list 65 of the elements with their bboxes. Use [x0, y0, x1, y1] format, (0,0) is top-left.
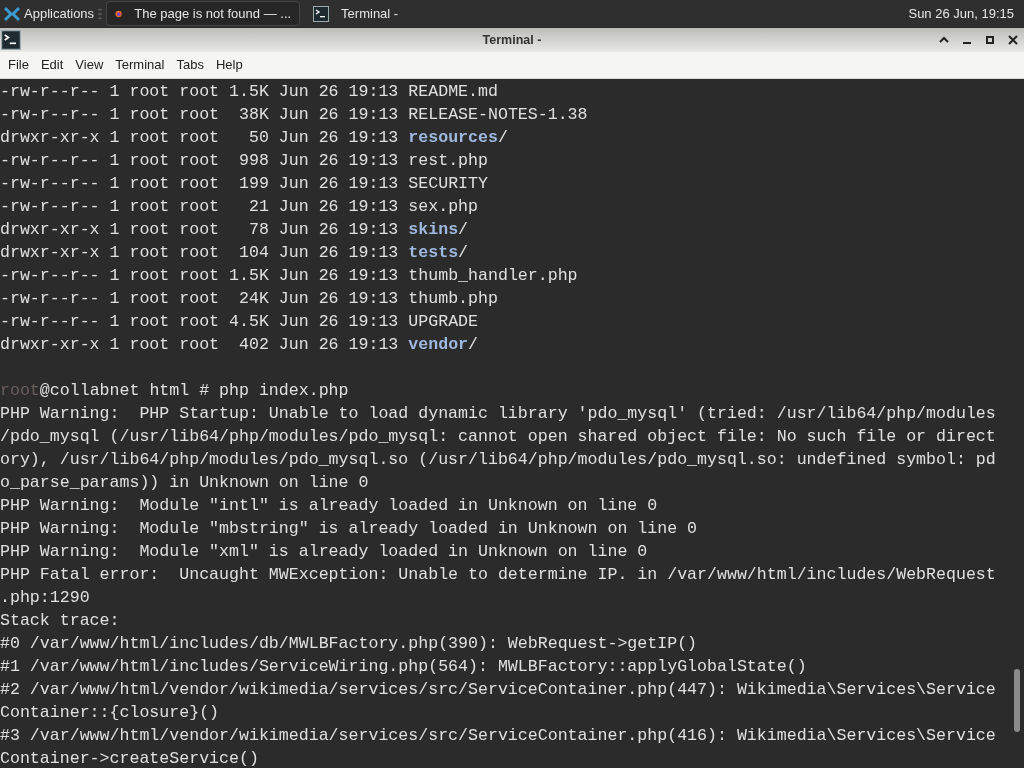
file-name: README.md: [408, 82, 498, 101]
slash: /: [458, 243, 469, 262]
output-line: o_parse_params)) in Unknown on line 0: [0, 473, 369, 492]
file-info: -rw-r--r-- 1 root root 21 Jun 26 19:13: [0, 197, 399, 216]
file-name: thumb_handler.php: [408, 266, 578, 285]
menu-item[interactable]: Help: [209, 52, 249, 78]
output-line: PHP Warning: Module "mbstring" is already loaded in Unknown on line 0: [0, 519, 698, 538]
menu-item[interactable]: Edit: [34, 52, 70, 78]
file-info: -rw-r--r-- 1 root root 4.5K Jun 26 19:13: [0, 312, 399, 331]
output-line: Stack trace:: [0, 611, 120, 630]
prompt-user: root: [0, 381, 40, 400]
terminal-icon: [1, 30, 21, 50]
file-info: -rw-r--r-- 1 root root 1.5K Jun 26 19:13: [0, 82, 399, 101]
taskbar-item[interactable]: The page is not found — ...: [106, 1, 301, 26]
output-line: #3 /var/www/html/vendor/wikimedia/services/src/ServiceContainer.php(416): Wikimedia\Services\Service: [0, 726, 996, 745]
file-name: UPGRADE: [408, 312, 478, 331]
applications-icon: [4, 5, 20, 22]
window-title: Terminal -: [482, 31, 542, 49]
file-name: rest.php: [408, 151, 488, 170]
output-line: Container->createService(): [0, 749, 259, 768]
scrollbar-thumb[interactable]: [1014, 669, 1020, 732]
file-info: drwxr-xr-x 1 root root 78 Jun 26 19:13: [0, 220, 399, 239]
output-line: .php:1290: [0, 588, 90, 607]
file-info: -rw-r--r-- 1 root root 38K Jun 26 19:13: [0, 105, 399, 124]
clock[interactable]: Sun 26 Jun, 19:15: [908, 3, 1024, 24]
output-line: #2 /var/www/html/vendor/wikimedia/services/src/ServiceContainer.php(447): Wikimedia\Services\Service: [0, 680, 996, 699]
handle-icon[interactable]: [98, 8, 103, 19]
file-info: drwxr-xr-x 1 root root 402 Jun 26 19:13: [0, 335, 399, 354]
output-line: /pdo_mysql (/usr/lib64/php/modules/pdo_mysql: cannot open shared object file: No such file or direct: [0, 427, 996, 446]
output-line: ory), /usr/lib64/php/modules/pdo_mysql.so (/usr/lib64/php/modules/pdo_mysql.so: undefined symbol: pd: [0, 450, 996, 469]
menu-item[interactable]: View: [69, 52, 110, 78]
menu-item[interactable]: Terminal: [109, 52, 171, 78]
file-info: drwxr-xr-x 1 root root 104 Jun 26 19:13: [0, 243, 399, 262]
output-line: PHP Fatal error: Uncaught MWException: Unable to determine IP. in /var/www/html/includes/WebRequest: [0, 565, 996, 584]
file-info: -rw-r--r-- 1 root root 24K Jun 26 19:13: [0, 289, 399, 308]
slash: /: [497, 128, 508, 147]
directory-name: tests: [408, 243, 459, 262]
file-info: -rw-r--r-- 1 root root 998 Jun 26 19:13: [0, 151, 399, 170]
file-name: sex.php: [408, 197, 478, 216]
output-line: PHP Warning: Module "intl" is already loaded in Unknown on line 0: [0, 496, 658, 515]
file-name: SECURITY: [408, 174, 488, 193]
directory-name: vendor: [408, 335, 469, 354]
output-line: Container::{closure}(): [0, 703, 220, 722]
close-icon[interactable]: [1008, 35, 1018, 45]
slash: /: [468, 335, 478, 354]
taskbar-item[interactable]: Terminal -: [304, 1, 499, 26]
output-line: #0 /var/www/html/includes/db/MWLBFactory.php(390): WebRequest->getIP(): [0, 634, 698, 653]
output-line: PHP Warning: Module "xml" is already loaded in Unknown on line 0: [0, 542, 648, 561]
terminal-icon: [313, 5, 330, 22]
slash: /: [458, 220, 469, 239]
shade-icon[interactable]: [939, 35, 949, 45]
applications-menu[interactable]: Applications: [0, 0, 99, 27]
file-name: RELEASE-NOTES-1.38: [408, 105, 588, 124]
file-info: -rw-r--r-- 1 root root 1.5K Jun 26 19:13: [0, 266, 399, 285]
output-line: PHP Warning: PHP Startup: Unable to load dynamic library 'pdo_mysql' (tried: /usr/lib64/php/modules: [0, 404, 996, 423]
maximize-icon[interactable]: [985, 35, 995, 45]
file-info: drwxr-xr-x 1 root root 50 Jun 26 19:13: [0, 128, 399, 147]
file-info: -rw-r--r-- 1 root root 199 Jun 26 19:13: [0, 174, 399, 193]
menu-item[interactable]: Tabs: [170, 52, 210, 78]
directory-name: skins: [408, 220, 459, 239]
menu-item[interactable]: File: [2, 52, 35, 78]
command-line: @collabnet html # php index.php: [39, 381, 349, 400]
output-line: #1 /var/www/html/includes/ServiceWiring.php(564): MWLBFactory::applyGlobalState(): [0, 657, 807, 676]
directory-name: resources: [408, 128, 498, 147]
file-name: thumb.php: [408, 289, 498, 308]
